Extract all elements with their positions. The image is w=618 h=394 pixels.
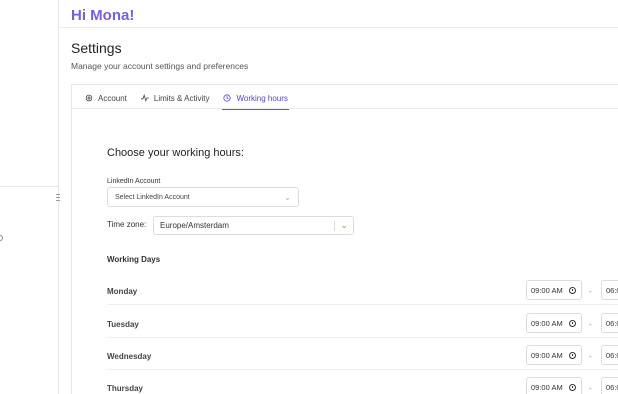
collapse-handle-icon[interactable] [56,194,61,201]
time-separator: - [589,352,592,361]
chevron-down-icon: ⌄ [340,220,348,230]
linkedin-account-select[interactable]: Select LinkedIn Account ⌄ [107,187,299,207]
page-subtitle: Manage your account settings and prefere… [71,61,249,71]
end-time-input[interactable]: 06:0 [601,280,618,300]
timezone-label: Time zone: [107,220,147,229]
end-time-value: 06:0 [606,350,618,360]
chevron-down-icon: ⌄ [284,192,291,202]
time-separator: - [589,287,592,296]
start-time-value: 09:00 AM [531,382,563,392]
settings-tabs: Account Limits & Activity Working hours [84,87,290,110]
end-time-value: 06:0 [606,382,618,392]
end-time-input[interactable]: 06:0 [601,313,618,333]
clock-icon [568,351,576,359]
day-row: Wednesday 09:00 AM - 06:0 [107,344,618,376]
day-row: Tuesday 09:00 AM - 06:0 [107,312,618,344]
end-time-input[interactable]: 06:0 [601,345,618,365]
tab-account[interactable]: Account [84,87,128,109]
linkedin-account-placeholder: Select LinkedIn Account [115,193,190,201]
tab-working-hours[interactable]: Working hours [222,87,290,110]
activity-icon [140,94,149,102]
day-name: Monday [107,287,138,296]
start-time-input[interactable]: 09:00 AM [526,377,582,394]
start-time-value: 09:00 AM [531,350,563,360]
clock-icon [568,319,576,327]
sidebar-divider [0,186,59,187]
end-time-value: 06:0 [606,318,618,328]
working-days-title: Working Days [107,255,161,264]
start-time-value: 09:00 AM [531,285,563,295]
tab-working-hours-label: Working hours [236,93,288,103]
start-time-input[interactable]: 09:00 AM [526,345,582,365]
clock-icon [568,383,576,391]
timezone-separator [334,221,335,231]
time-separator: - [589,384,592,393]
sidebar-nav-icon[interactable] [0,235,3,241]
page-title: Settings [71,40,122,56]
row-divider [107,337,618,338]
tabs-divider [72,108,618,109]
working-hours-heading: Choose your working hours: [107,147,244,159]
tab-limits-activity-label: Limits & Activity [153,93,210,103]
row-divider [107,304,618,305]
day-row: Monday 09:00 AM - 06:0 [107,279,618,311]
linkedin-account-label: LinkedIn Account [107,178,161,185]
timezone-select[interactable]: Europe/Amsterdam ⌄ [153,216,354,235]
end-time-value: 06:0 [606,285,618,295]
start-time-value: 09:00 AM [531,318,563,328]
row-divider [107,369,618,370]
gear-icon [85,94,93,102]
day-name: Thursday [107,384,144,393]
start-time-input[interactable]: 09:00 AM [526,280,582,300]
sidebar [0,0,61,394]
time-separator: - [589,320,592,329]
clock-icon [568,286,576,294]
tab-account-label: Account [98,93,127,103]
day-name: Wednesday [107,352,152,361]
day-row: Thursday 09:00 AM - 06:0 [107,376,618,394]
day-name: Tuesday [107,320,139,329]
tab-limits-activity[interactable]: Limits & Activity [140,87,211,109]
end-time-input[interactable]: 06:0 [601,377,618,394]
header-divider [59,27,618,28]
timezone-value: Europe/Amsterdam [160,221,229,230]
start-time-input[interactable]: 09:00 AM [526,313,582,333]
greeting: Hi Mona! [71,7,135,24]
clock-icon [223,94,232,102]
